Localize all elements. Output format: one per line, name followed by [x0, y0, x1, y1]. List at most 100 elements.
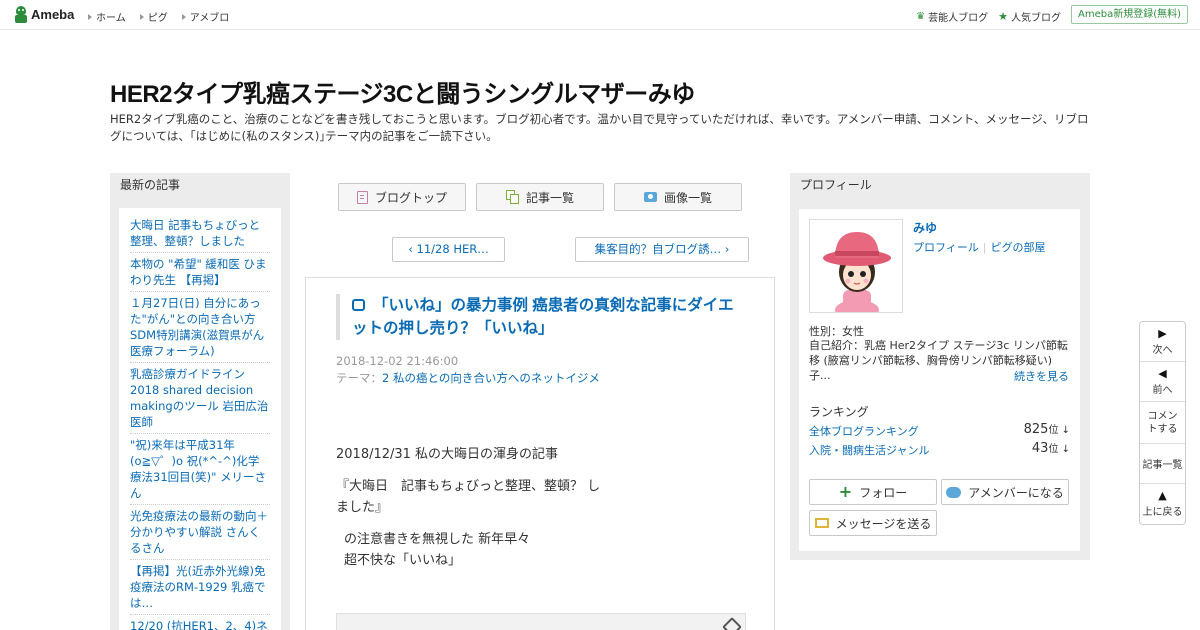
send-message-label: メッセージを送る [835, 516, 932, 531]
recent-post-link[interactable]: 【再掲】光(近赤外光線)免疫療法のRM-1929 乳癌では… [130, 560, 270, 615]
prev-article-link[interactable]: ‹ 11/28 HER… [392, 237, 505, 262]
prev-label: 前へ [1152, 384, 1173, 396]
recent-post-link[interactable]: "祝)来年は平成31年(o≧▽゜)o 祝(*^-^)化学療法31回目(笑)" メ… [130, 434, 270, 505]
amember-button[interactable]: アメンバーになる [941, 479, 1069, 505]
play-right-icon: ▶ [1158, 326, 1167, 340]
ranking-row: 全体ブログランキング 825位 ↓ [809, 421, 1070, 439]
article-list-button[interactable]: 記事一覧 [476, 183, 604, 211]
nav-ameblo-label: アメブロ [189, 13, 230, 24]
prev-button[interactable]: ◀ 前へ [1140, 362, 1185, 402]
image-list-button[interactable]: 画像一覧 [614, 183, 742, 211]
celebrity-blog-label: 芸能人ブログ [928, 13, 989, 24]
mail-icon [814, 518, 829, 528]
next-button[interactable]: ▶ 次へ [1140, 322, 1185, 362]
article: 「いいね」の暴力事例 癌患者の真剣な記事にダイエットの押し売り？「いいね」 20… [305, 277, 775, 630]
profile-heading: プロフィール [800, 178, 872, 192]
article-paragraph: 『大晦日 記事もちょびっと整理、整頓？ しました』 [336, 479, 601, 515]
ameba-logo[interactable]: Ameba [14, 6, 74, 23]
profile-gender: 性別：女性 [809, 325, 864, 338]
header-right-nav: ♛ 芸能人ブログ ★ 人気ブログ [916, 9, 1061, 24]
popular-blog-label: 人気ブログ [1011, 13, 1061, 24]
amember-label: アメンバーになる [968, 485, 1064, 500]
blog-top-button[interactable]: ブログトップ [338, 183, 466, 211]
floating-nav: ▶ 次へ ◀ 前へ コメントする 記事一覧 ▲ 上に戻る [1139, 321, 1186, 525]
crown-icon: ♛ [916, 11, 926, 22]
profile-link[interactable]: プロフィール [913, 241, 979, 254]
triangle-right-icon [88, 13, 92, 20]
recent-posts-panel: 最新の記事 大晦日 記事もちょびっと整理、整頓？しました 本物の "希望" 緩和… [110, 173, 290, 630]
ranking-title: ランキング [809, 405, 869, 419]
overall-rank-number: 825 [1023, 422, 1049, 437]
genre-rank-number: 43 [1031, 441, 1049, 456]
recent-post-link[interactable]: １月27日(日) 自分にあった"がん"との向き合い方 SDM特別講演(滋賀県がん… [130, 292, 270, 363]
recent-posts-list: 大晦日 記事もちょびっと整理、整頓？しました 本物の "希望" 緩和医 ひまわり… [119, 208, 281, 630]
recent-post-link[interactable]: 大晦日 記事もちょびっと整理、整頓？しました [130, 214, 270, 253]
rank-unit: 位 ↓ [1048, 425, 1070, 436]
copy-list-icon [505, 190, 519, 204]
ranking-row: 入院・闘病生活ジャンル 43位 ↓ [809, 440, 1070, 458]
chat-bubble-icon [946, 486, 962, 498]
recent-post-link[interactable]: 光免疫療法の最新の動向＋分かりやすい解説 さんくるさん [130, 505, 270, 560]
nav-pigg-label: ピグ [147, 13, 168, 24]
ranking-value: 43位 ↓ [1032, 440, 1070, 456]
ameba-logo-icon [14, 6, 28, 23]
play-left-icon: ◀ [1158, 366, 1167, 380]
follow-label: フォロー [859, 485, 908, 500]
article-body: 2018/12/31 私の大晦日の渾身の記事 『大晦日 記事もちょびっと整理、整… [336, 444, 606, 582]
follow-button[interactable]: + フォロー [809, 479, 937, 505]
article-list-label: 記事一覧 [525, 190, 574, 205]
comment-button[interactable]: コメントする [1140, 402, 1185, 444]
nav-home-label: ホーム [96, 13, 126, 24]
profile-links: プロフィール | ピグの部屋 [913, 239, 1046, 255]
separator: | [982, 241, 987, 254]
overall-ranking-link[interactable]: 全体ブログランキング [809, 425, 919, 438]
triangle-right-icon [139, 13, 144, 20]
global-nav: ホーム ピグ アメブロ [88, 9, 229, 24]
article-title-block: 「いいね」の暴力事例 癌患者の真剣な記事にダイエットの押し売り？「いいね」 [336, 294, 746, 340]
recent-post-link[interactable]: 本物の "希望" 緩和医 ひまわり先生 【再掲】 [130, 253, 270, 292]
send-message-button[interactable]: メッセージを送る [809, 510, 937, 536]
register-button[interactable]: Ameba新規登録(無料) [1070, 5, 1188, 24]
nav-pigg-link[interactable]: ピグ [139, 9, 168, 24]
nav-ameblo-link[interactable]: アメブロ [181, 9, 230, 24]
article-list-shortcut-label: 記事一覧 [1142, 460, 1183, 471]
recent-posts-heading: 最新の記事 [120, 178, 181, 192]
article-title-text: 「いいね」の暴力事例 癌患者の真剣な記事にダイエットの押し売り？「いいね」 [352, 297, 734, 337]
play-up-icon: ▲ [1158, 489, 1167, 502]
avatar[interactable] [809, 219, 903, 313]
theme-link[interactable]: 2 私の癌との向き合い方へのネットイジメ [382, 371, 600, 385]
comment-label: コメントする [1147, 410, 1178, 435]
genre-ranking-link[interactable]: 入院・闘病生活ジャンル [809, 444, 929, 457]
nav-home-link[interactable]: ホーム [88, 9, 126, 24]
camera-icon [643, 192, 657, 202]
article-title[interactable]: 「いいね」の暴力事例 癌患者の真剣な記事にダイエットの押し売り？「いいね」 [352, 294, 746, 340]
next-article-link[interactable]: 集客目的？自ブログ誘… › [575, 237, 749, 262]
article-theme: テーマ：2 私の癌との向き合い方へのネットイジメ [336, 370, 600, 386]
back-to-top-button[interactable]: ▲ 上に戻る [1140, 484, 1185, 524]
ranking-value: 825位 ↓ [1024, 421, 1070, 437]
popular-blog-link[interactable]: ★ 人気ブログ [998, 9, 1061, 24]
star-icon: ★ [998, 10, 1008, 23]
article-paragraph: 2018/12/31 私の大晦日の渾身の記事 [336, 447, 559, 462]
image-list-label: 画像一覧 [663, 190, 712, 205]
profile-name[interactable]: みゆ [913, 219, 937, 236]
recent-post-link[interactable]: 乳癌診療ガイドライン2018 shared decision makingのツー… [130, 363, 270, 434]
blog-top-label: ブログトップ [374, 190, 447, 205]
article-paragraph: の注意書きを無視した 新年早々超不快な「いいね」 [344, 532, 531, 568]
read-more-link[interactable]: 続きを見る [1014, 368, 1069, 384]
celebrity-blog-link[interactable]: ♛ 芸能人ブログ [916, 9, 988, 24]
recent-post-link[interactable]: 12/20 (抗HER1、2、4)ネラチニブ＋ゼローダ→(抗 [130, 615, 270, 630]
triangle-right-icon [181, 13, 186, 20]
reblog-icon [352, 299, 365, 311]
blog-description: HER2タイプ乳癌のこと、治療のことなどを書き残しておこうと思います。ブログ初心… [110, 112, 1089, 143]
rank-unit: 位 ↓ [1048, 444, 1070, 455]
blog-title[interactable]: HER2タイプ乳癌ステージ3Cと闘うシングルマザーみゆ [110, 74, 695, 109]
edit-pen-icon [722, 617, 742, 630]
embedded-quote-card[interactable] [336, 613, 746, 630]
logo-text: Ameba [31, 7, 75, 22]
article-list-shortcut[interactable]: 記事一覧 [1140, 444, 1185, 484]
pigg-room-link[interactable]: ピグの部屋 [991, 241, 1046, 254]
document-icon [356, 190, 368, 204]
profile-card: みゆ プロフィール | ピグの部屋 性別：女性 自己紹介：乳癌 Her2タイプ ステ… [799, 209, 1080, 551]
article-date: 2018-12-02 21:46:00 [336, 354, 459, 368]
